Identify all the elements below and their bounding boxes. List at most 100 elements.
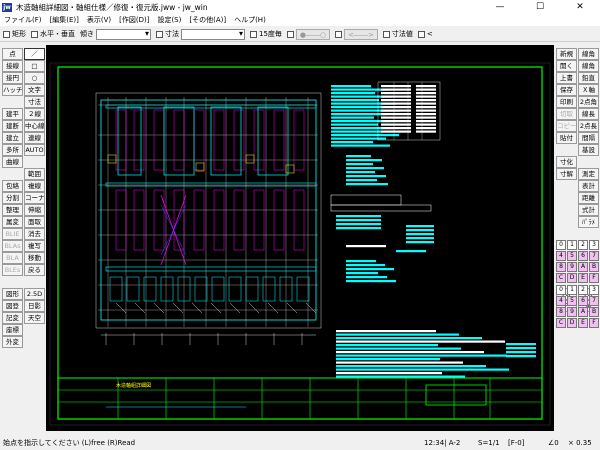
left-tool2-button-15[interactable]: 消去: [24, 228, 45, 240]
left-tool-button-12[interactable]: 分割: [2, 192, 23, 204]
right-tool2-button-13[interactable]: 式計: [578, 204, 599, 216]
layer-button-D[interactable]: D: [567, 318, 577, 328]
right-tool2-button-8[interactable]: 基設: [578, 144, 599, 156]
left-tool-button-13[interactable]: 整理: [2, 204, 23, 216]
layer-button-6[interactable]: 6: [578, 296, 588, 306]
layer-button-3[interactable]: 3: [589, 240, 599, 250]
left-tool-button-11[interactable]: 包絡: [2, 180, 23, 192]
left-tool2-button-1[interactable]: □: [24, 60, 45, 72]
right-tool2-button-6[interactable]: 2点長: [578, 120, 599, 132]
layer-button-C[interactable]: C: [556, 318, 566, 328]
left-tool2-button-7[interactable]: 連線: [24, 132, 45, 144]
layer-button-4[interactable]: 4: [556, 296, 566, 306]
right-tool-button-2[interactable]: 上書: [556, 72, 577, 84]
layer-button-3[interactable]: 3: [589, 285, 599, 295]
menu-help[interactable]: ヘルプ(H): [234, 15, 266, 25]
right-tool2-button-1[interactable]: 線角: [578, 60, 599, 72]
layer-button-0[interactable]: 0: [556, 285, 566, 295]
right-tool2-button-10[interactable]: 測定: [578, 168, 599, 180]
left-tool2-button-10[interactable]: 範囲: [24, 168, 45, 180]
layer-button-A[interactable]: A: [578, 307, 588, 317]
layer-button-5[interactable]: 5: [567, 296, 577, 306]
status-angle[interactable]: ∠0: [548, 437, 559, 449]
left-tool-button-0[interactable]: 点: [2, 48, 23, 60]
layer-button-B[interactable]: B: [589, 307, 599, 317]
left-tool-button-1[interactable]: 接線: [2, 60, 23, 72]
right-tool2-button-3[interactable]: Ｘ軸: [578, 84, 599, 96]
layer-button-4[interactable]: 4: [556, 251, 566, 261]
left-tool2-button-20[interactable]: 2.5D: [24, 288, 45, 300]
right-tool2-button-12[interactable]: 距離: [578, 192, 599, 204]
layer-button-2[interactable]: 2: [578, 240, 588, 250]
left-tool-button-22[interactable]: 記変: [2, 312, 23, 324]
menu-settings[interactable]: 設定(S): [157, 15, 181, 25]
horiz-vert-option[interactable]: 水平・垂直: [31, 29, 75, 39]
status-layer[interactable]: [F-0]: [508, 437, 524, 449]
layer-button-B[interactable]: B: [589, 262, 599, 272]
right-tool-button-9[interactable]: 寸化: [556, 156, 577, 168]
left-tool2-button-2[interactable]: ○: [24, 72, 45, 84]
maximize-button[interactable]: ☐: [520, 0, 560, 14]
left-tool-button-21[interactable]: 図登: [2, 300, 23, 312]
right-tool-button-5[interactable]: 切取: [556, 108, 577, 120]
right-tool2-button-4[interactable]: 2点角: [578, 96, 599, 108]
deg15-option[interactable]: 15度毎: [250, 29, 282, 39]
left-tool2-button-14[interactable]: 面取: [24, 216, 45, 228]
lt-option[interactable]: <: [417, 30, 433, 38]
right-tool-button-1[interactable]: 開く: [556, 60, 577, 72]
circle-line-button[interactable]: ●――○: [295, 28, 331, 40]
left-tool2-button-13[interactable]: 伸縮: [24, 204, 45, 216]
layer-button-8[interactable]: 8: [556, 262, 566, 272]
left-tool-button-23[interactable]: 座標: [2, 324, 23, 336]
status-layer-scale[interactable]: S=1/1: [478, 437, 500, 449]
minimize-button[interactable]: —: [480, 0, 520, 14]
layer-button-7[interactable]: 7: [589, 251, 599, 261]
rect-checkbox[interactable]: [3, 30, 10, 38]
dim-combo[interactable]: [181, 28, 245, 40]
left-tool-button-14[interactable]: 属変: [2, 216, 23, 228]
arrow-checkbox[interactable]: [335, 30, 343, 38]
layer-button-1[interactable]: 1: [567, 285, 577, 295]
left-tool2-button-11[interactable]: 複線: [24, 180, 45, 192]
left-tool-button-24[interactable]: 外変: [2, 336, 23, 348]
slope-combo[interactable]: [96, 28, 151, 40]
right-tool2-button-5[interactable]: 線長: [578, 108, 599, 120]
left-tool2-button-5[interactable]: ２線: [24, 108, 45, 120]
menu-view[interactable]: 表示(V): [87, 15, 111, 25]
left-tool-button-20[interactable]: 図形: [2, 288, 23, 300]
left-tool-button-8[interactable]: 多所: [2, 144, 23, 156]
left-tool2-button-16[interactable]: 複写: [24, 240, 45, 252]
left-tool-button-15[interactable]: BLIE: [2, 228, 23, 240]
left-tool-button-9[interactable]: 曲線: [2, 156, 23, 168]
menu-edit[interactable]: [編集(E)]: [50, 15, 79, 25]
layer-button-8[interactable]: 8: [556, 307, 566, 317]
dim-value-option[interactable]: 寸法値: [382, 29, 413, 39]
circle-line-checkbox[interactable]: [286, 30, 294, 38]
left-tool2-button-0[interactable]: ／: [24, 48, 45, 60]
layer-button-A[interactable]: A: [578, 262, 588, 272]
drawing-canvas[interactable]: 木造軸組詳細図: [46, 45, 554, 431]
right-tool-button-3[interactable]: 保存: [556, 84, 577, 96]
layer-button-7[interactable]: 7: [589, 296, 599, 306]
right-tool-button-10[interactable]: 寸解: [556, 168, 577, 180]
arrow-button[interactable]: <――>: [344, 28, 378, 40]
right-tool-button-0[interactable]: 新規: [556, 48, 577, 60]
left-tool-button-16[interactable]: BLAs: [2, 240, 23, 252]
left-tool-button-5[interactable]: 建平: [2, 108, 23, 120]
layer-button-D[interactable]: D: [567, 273, 577, 283]
left-tool2-button-17[interactable]: 移動: [24, 252, 45, 264]
layer-button-1[interactable]: 1: [567, 240, 577, 250]
right-tool2-button-7[interactable]: 間隔: [578, 132, 599, 144]
horiz-vert-checkbox[interactable]: [31, 30, 38, 38]
dim-checkbox[interactable]: [156, 30, 163, 38]
left-tool2-button-12[interactable]: コーナー: [24, 192, 45, 204]
left-tool-button-18[interactable]: BLEs: [2, 264, 23, 276]
right-tool2-button-11[interactable]: 表計: [578, 180, 599, 192]
layer-button-F[interactable]: F: [589, 318, 599, 328]
layer-button-E[interactable]: E: [578, 273, 588, 283]
layer-button-6[interactable]: 6: [578, 251, 588, 261]
right-tool2-button-14[interactable]: ﾊﾟﾗﾒ: [578, 216, 599, 228]
menu-draw[interactable]: [作図(D)]: [119, 15, 149, 25]
layer-button-E[interactable]: E: [578, 318, 588, 328]
left-tool2-button-21[interactable]: 日影: [24, 300, 45, 312]
